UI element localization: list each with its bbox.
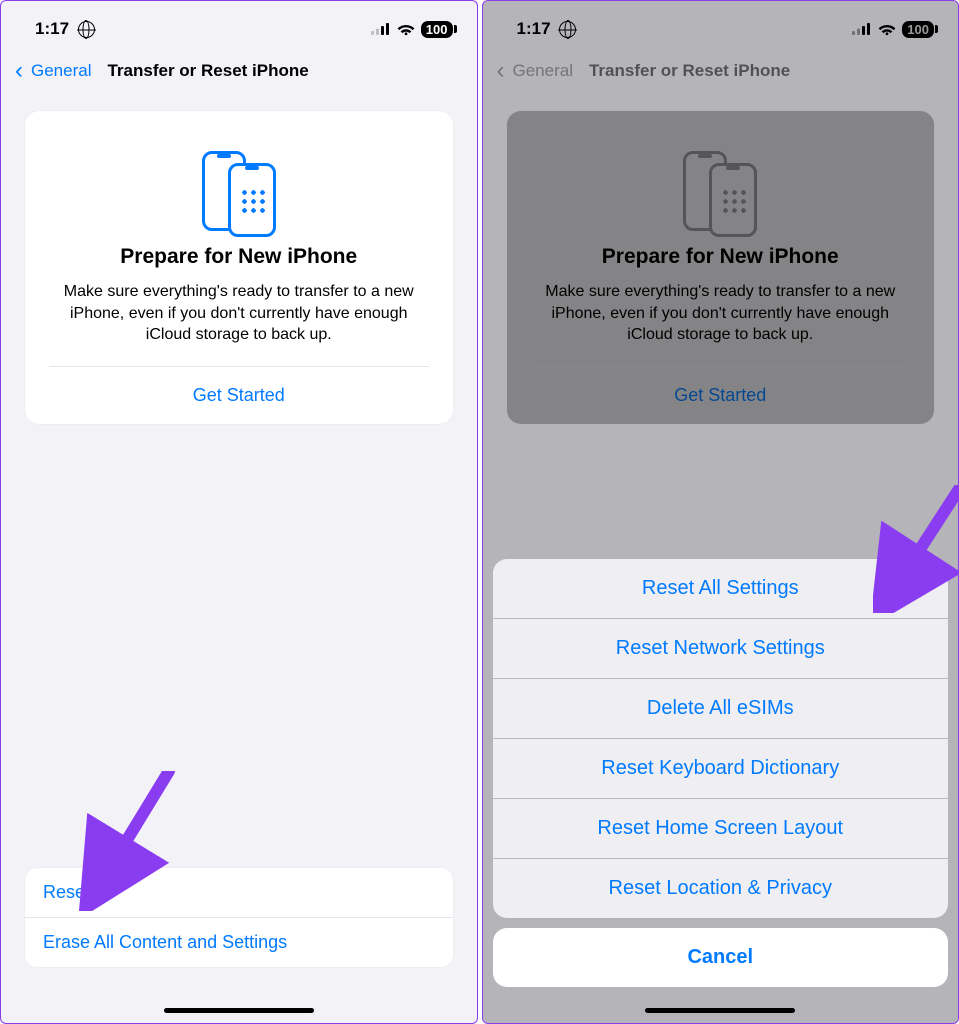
delete-all-esims-option[interactable]: Delete All eSIMs bbox=[493, 679, 949, 739]
status-time: 1:17 bbox=[35, 19, 95, 39]
home-indicator[interactable] bbox=[164, 1008, 314, 1013]
cancel-button[interactable]: Cancel bbox=[493, 928, 949, 987]
screenshot-left: 1:17 100 ‹ General Transfer or Reset iPh… bbox=[0, 0, 478, 1024]
get-started-button[interactable]: Get Started bbox=[49, 367, 429, 424]
home-indicator[interactable] bbox=[645, 1008, 795, 1013]
page-title: Transfer or Reset iPhone bbox=[107, 61, 308, 81]
prepare-card: Prepare for New iPhone Make sure everyth… bbox=[25, 111, 453, 424]
reset-keyboard-dictionary-option[interactable]: Reset Keyboard Dictionary bbox=[493, 739, 949, 799]
prepare-heading: Prepare for New iPhone bbox=[49, 245, 429, 269]
reset-home-screen-layout-option[interactable]: Reset Home Screen Layout bbox=[493, 799, 949, 859]
cellular-signal-icon bbox=[371, 23, 391, 35]
back-chevron-icon[interactable]: ‹ bbox=[15, 59, 23, 83]
reset-network-settings-option[interactable]: Reset Network Settings bbox=[493, 619, 949, 679]
prepare-body: Make sure everything's ready to transfer… bbox=[49, 281, 429, 346]
screenshot-right: 1:17 100 ‹ G bbox=[482, 0, 959, 1024]
erase-row[interactable]: Erase All Content and Settings bbox=[25, 918, 453, 967]
annotation-arrow-icon bbox=[873, 485, 959, 613]
status-bar: 1:17 100 bbox=[1, 1, 477, 51]
location-services-icon bbox=[78, 21, 95, 38]
reset-location-privacy-option[interactable]: Reset Location & Privacy bbox=[493, 859, 949, 918]
navigation-bar: ‹ General Transfer or Reset iPhone bbox=[1, 51, 477, 101]
back-button[interactable]: General bbox=[31, 61, 91, 81]
annotation-arrow-icon bbox=[79, 771, 189, 911]
battery-indicator: 100 bbox=[421, 21, 453, 38]
transfer-devices-icon bbox=[49, 135, 429, 231]
reset-action-sheet: Reset All Settings Reset Network Setting… bbox=[493, 559, 949, 987]
wifi-icon bbox=[397, 23, 415, 36]
